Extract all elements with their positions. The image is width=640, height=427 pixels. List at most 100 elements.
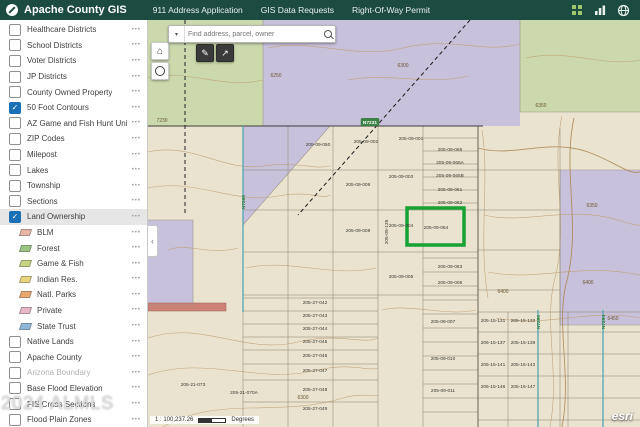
contour-label: 7230 <box>156 118 167 124</box>
layer-checkbox[interactable] <box>9 39 21 52</box>
sidebar-item-forest[interactable]: Forest ••• <box>0 240 147 256</box>
sidebar-item-az-game-and-fish-hunt-units[interactable]: AZ Game and Fish Hunt Units ••• <box>0 116 147 132</box>
map-canvas[interactable]: 205-09-050 205-09-002 205-09-001 205-09-065… <box>148 20 640 427</box>
sidebar-item-private[interactable]: Private ••• <box>0 303 147 319</box>
parcel-label: 205-15-147 <box>511 384 536 390</box>
layer-checkbox[interactable] <box>9 117 21 130</box>
layer-checkbox[interactable] <box>9 366 21 379</box>
parcel-label: 205-27-049 <box>303 406 328 412</box>
sidebar-item-township[interactable]: Township ••• <box>0 178 147 194</box>
sidebar-item-50-foot-contours[interactable]: ✓ 50 Foot Contours ••• <box>0 100 147 116</box>
layer-checkbox[interactable] <box>9 86 21 99</box>
parcel-label: 205-15-139 <box>511 340 536 346</box>
search-input[interactable] <box>185 30 320 38</box>
sidebar-item-flood-plain-zones[interactable]: Flood Plain Zones ••• <box>0 412 147 427</box>
layer-options-button[interactable]: ••• <box>128 245 141 251</box>
sidebar-item-game-fish[interactable]: Game & Fish ••• <box>0 256 147 272</box>
layer-options-button[interactable]: ••• <box>128 339 141 345</box>
draw-button[interactable]: ✎ <box>196 44 214 62</box>
layer-checkbox[interactable] <box>9 148 21 161</box>
layer-checkbox[interactable] <box>9 70 21 83</box>
apps-grid-icon[interactable] <box>571 4 583 16</box>
sidebar-collapse-handle[interactable]: ‹ <box>148 225 158 257</box>
nav-911-address-application[interactable]: 911 Address Application <box>153 5 243 15</box>
app-window: Apache County GIS 911 Address Applicatio… <box>0 0 640 427</box>
layer-options-button[interactable]: ••• <box>128 214 141 220</box>
parcel-label: 205-09-011 <box>431 388 456 394</box>
nav-gis-data-requests[interactable]: GIS Data Requests <box>261 5 334 15</box>
layer-checkbox[interactable] <box>9 132 21 145</box>
layer-options-button[interactable]: ••• <box>128 292 141 298</box>
layer-checkbox[interactable] <box>9 164 21 177</box>
layer-options-button[interactable]: ••• <box>128 42 141 48</box>
layer-options-button[interactable]: ••• <box>128 105 141 111</box>
layer-label: County Owned Property <box>27 87 113 97</box>
layer-options-button[interactable]: ••• <box>128 167 141 173</box>
layer-options-button[interactable]: ••• <box>128 58 141 64</box>
layer-checkbox[interactable] <box>9 54 21 67</box>
layer-label: Lakes <box>27 165 49 175</box>
layer-options-button[interactable]: ••• <box>128 261 141 267</box>
layer-checkbox[interactable] <box>9 195 21 208</box>
locate-button[interactable] <box>151 62 169 80</box>
layer-options-button[interactable]: ••• <box>128 276 141 282</box>
layer-checkbox[interactable] <box>9 179 21 192</box>
layer-checkbox[interactable] <box>9 413 21 426</box>
layer-options-button[interactable]: ••• <box>128 385 141 391</box>
chart-icon[interactable] <box>594 4 606 16</box>
sidebar-item-lakes[interactable]: Lakes ••• <box>0 162 147 178</box>
layer-label: Native Lands <box>27 337 74 347</box>
layer-options-button[interactable]: ••• <box>128 120 141 126</box>
layer-label: School Districts <box>27 40 83 50</box>
search-button[interactable] <box>320 26 335 42</box>
layer-checkbox[interactable]: ✓ <box>9 101 21 114</box>
parcel-label: 205-27-047 <box>303 368 328 374</box>
sidebar-item-state-trust[interactable]: State Trust ••• <box>0 318 147 334</box>
globe-icon[interactable] <box>617 4 630 17</box>
scale-units: Degrees <box>231 417 255 423</box>
sidebar-item-jp-districts[interactable]: JP Districts ••• <box>0 69 147 85</box>
layer-options-button[interactable]: ••• <box>128 401 141 407</box>
sidebar-item-school-districts[interactable]: School Districts ••• <box>0 38 147 54</box>
layer-options-button[interactable]: ••• <box>128 183 141 189</box>
sidebar-item-healthcare-districts[interactable]: Healthcare Districts ••• <box>0 22 147 38</box>
sidebar-item-natl-parks[interactable]: Natl. Parks ••• <box>0 287 147 303</box>
layer-checkbox[interactable] <box>9 351 21 364</box>
layer-checkbox[interactable]: ✓ <box>9 210 21 223</box>
layer-options-button[interactable]: ••• <box>128 323 141 329</box>
parcel-label: 205-09-139 <box>384 219 390 244</box>
esri-compass-logo-icon <box>6 4 18 16</box>
measure-button[interactable]: ↗ <box>216 44 234 62</box>
layer-checkbox[interactable] <box>9 335 21 348</box>
home-button[interactable]: ⌂ <box>151 42 169 60</box>
locate-icon <box>155 66 165 76</box>
layer-options-button[interactable]: ••• <box>128 74 141 80</box>
parcel-label: 205-15-141 <box>481 362 506 368</box>
search-dropdown-button[interactable]: ▾ <box>169 26 185 42</box>
layer-options-button[interactable]: ••• <box>128 417 141 423</box>
sidebar-item-county-owned-property[interactable]: County Owned Property ••• <box>0 84 147 100</box>
sidebar-item-sections[interactable]: Sections ••• <box>0 194 147 210</box>
layer-options-button[interactable]: ••• <box>128 370 141 376</box>
measure-icon: ↗ <box>221 47 229 58</box>
sidebar-item-land-ownership[interactable]: ✓ Land Ownership ••• <box>0 209 147 225</box>
layer-options-button[interactable]: ••• <box>128 136 141 142</box>
sidebar-item-apache-county[interactable]: Apache County ••• <box>0 349 147 365</box>
layer-options-button[interactable]: ••• <box>128 354 141 360</box>
layer-options-button[interactable]: ••• <box>128 230 141 236</box>
sidebar-item-native-lands[interactable]: Native Lands ••• <box>0 334 147 350</box>
layer-options-button[interactable]: ••• <box>128 307 141 313</box>
map-container: 205-09-050 205-09-002 205-09-001 205-09-065… <box>148 20 640 427</box>
sidebar-item-zip-codes[interactable]: ZIP Codes ••• <box>0 131 147 147</box>
sidebar-item-blm[interactable]: BLM ••• <box>0 225 147 241</box>
sidebar-item-voter-districts[interactable]: Voter Districts ••• <box>0 53 147 69</box>
sidebar-item-milepost[interactable]: Milepost ••• <box>0 147 147 163</box>
sidebar-item-indian-res[interactable]: Indian Res. ••• <box>0 272 147 288</box>
layer-options-button[interactable]: ••• <box>128 89 141 95</box>
layer-options-button[interactable]: ••• <box>128 27 141 33</box>
nav-right-of-way-permit[interactable]: Right-Of-Way Permit <box>352 5 430 15</box>
sidebar-item-arizona-boundary[interactable]: Arizona Boundary ••• <box>0 365 147 381</box>
layer-checkbox[interactable] <box>9 23 21 36</box>
layer-options-button[interactable]: ••• <box>128 198 141 204</box>
layer-options-button[interactable]: ••• <box>128 152 141 158</box>
